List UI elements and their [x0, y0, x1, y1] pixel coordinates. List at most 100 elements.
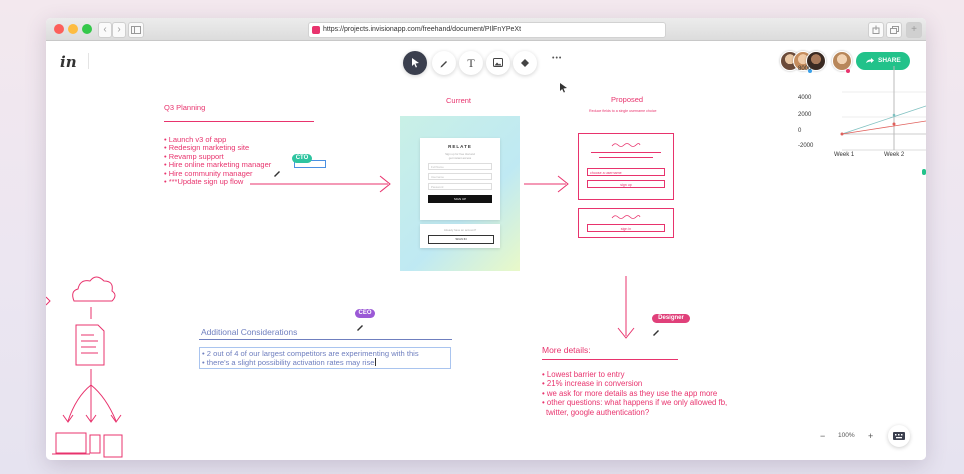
scroll-indicator[interactable]: [922, 169, 926, 175]
username-sketch-field: choose a username: [587, 168, 665, 176]
details-item: twitter, google authentication?: [546, 407, 650, 417]
phone-icon: [89, 434, 101, 454]
site-favicon-icon: [312, 26, 320, 34]
proposed-signin-sketch[interactable]: sign in: [578, 208, 674, 238]
sidebar-icon: [131, 26, 141, 34]
minimize-window-button[interactable]: [68, 24, 78, 34]
invision-logo[interactable]: in: [60, 53, 77, 71]
zoom-level[interactable]: 100%: [838, 428, 855, 444]
forward-button[interactable]: ›: [112, 22, 126, 38]
scribble-logo: [611, 143, 641, 147]
chart-y-tick: 0: [798, 128, 802, 134]
details-item: • other questions: what happens if we on…: [542, 398, 728, 408]
password-field: Password: [428, 183, 492, 190]
keyboard-shortcuts-button[interactable]: [888, 425, 910, 447]
new-tab-button[interactable]: +: [906, 22, 922, 38]
select-tool-button[interactable]: [403, 51, 427, 75]
zoom-in-button[interactable]: +: [868, 428, 873, 444]
share-arrow-icon: [866, 58, 874, 63]
details-item: • 21% increase in conversion: [542, 379, 643, 389]
chart-y-tick: -2000: [798, 143, 814, 149]
document-icon: [75, 324, 105, 366]
username-field: Username: [428, 173, 492, 180]
signin-button-mock: SIGN IN: [428, 235, 494, 244]
url-text: https://projects.invisionapp.com/freehan…: [323, 26, 522, 33]
chart-plot: [840, 66, 926, 151]
details-list[interactable]: • Lowest barrier to entry • 21% increase…: [542, 370, 727, 417]
arrow-to-current: [250, 175, 391, 193]
signin-sketch-button: sign in: [587, 224, 665, 232]
chart-y-tick: 4000: [798, 95, 812, 101]
details-item: • Lowest barrier to entry: [542, 370, 625, 379]
close-window-button[interactable]: [54, 24, 64, 34]
chart-y-tick: 2000: [798, 112, 812, 118]
eraser-icon: [521, 59, 529, 67]
pen-tool-button[interactable]: [432, 51, 456, 75]
share-page-button[interactable]: [868, 22, 884, 38]
tabs-overview-button[interactable]: [886, 22, 902, 38]
chart-x-tick: Week 1: [834, 152, 855, 158]
sketch-line: [599, 157, 653, 158]
signup-sketch-button: sign up: [587, 180, 665, 188]
additional-text-box[interactable]: • 2 out of 4 of our largest competitors …: [199, 347, 451, 369]
pencil-cursor-icon: [357, 325, 363, 331]
text-tool-button[interactable]: T: [459, 51, 483, 75]
image-icon: [493, 58, 503, 67]
image-tool-button[interactable]: [486, 51, 510, 75]
share-page-icon: [872, 25, 880, 34]
cto-cursor-badge: CTO: [292, 154, 312, 163]
q3-title-underline: [164, 121, 314, 122]
logo-divider: [88, 53, 89, 69]
more-options-button[interactable]: •••: [552, 55, 562, 62]
collaborator-cursor-icon: [560, 83, 567, 93]
full-name-field: Full Name: [428, 163, 492, 170]
proposed-label[interactable]: Proposed: [611, 95, 643, 104]
additional-line: • there's a slight possibility activatio…: [202, 358, 375, 368]
details-item: • we ask for more details as they use th…: [542, 388, 718, 398]
additional-title[interactable]: Additional Considerations: [201, 327, 297, 337]
sidebar-toggle-button[interactable]: [128, 22, 144, 38]
pen-icon: [440, 61, 447, 68]
signup-card: RELATE Sign up for free trial and get in…: [420, 138, 500, 220]
chart-y-tick: 8000: [798, 66, 812, 72]
arrow-to-details: [617, 276, 635, 339]
signin-prompt: Already have an account?: [443, 228, 477, 232]
tablet-icon: [103, 434, 123, 458]
details-underline: [542, 359, 678, 360]
pencil-cursor-icon: [653, 330, 659, 336]
maximize-window-button[interactable]: [82, 24, 92, 34]
proposed-signup-sketch[interactable]: choose a username sign up: [578, 133, 674, 200]
scribble-line: [611, 215, 641, 219]
select-icon: [411, 58, 419, 68]
address-bar[interactable]: https://projects.invisionapp.com/freehan…: [308, 22, 666, 38]
whiteboard-canvas[interactable]: in T ••• SHARE 8000 4000 2000 0 -2000 We…: [46, 41, 926, 460]
ceo-cursor-badge: CEO: [355, 309, 375, 318]
zoom-out-button[interactable]: −: [820, 428, 825, 444]
brand-name: RELATE: [448, 144, 472, 149]
eraser-tool-button[interactable]: [513, 51, 537, 75]
signin-card: Already have an account? SIGN IN: [420, 224, 500, 248]
text-caret: [374, 358, 376, 367]
tagline: get instant access: [448, 156, 472, 160]
current-screenshot[interactable]: RELATE Sign up for free trial and get in…: [400, 116, 520, 271]
zoom-control: − 100% +: [816, 428, 886, 444]
additional-underline: [199, 339, 452, 340]
keyboard-icon: [893, 432, 905, 440]
proposed-subtitle[interactable]: Reduce fields to a single username choic…: [589, 109, 657, 113]
workflow-sketch: [46, 276, 123, 458]
designer-cursor-badge: Designer: [652, 314, 690, 323]
browser-window: ‹ › https://projects.invisionapp.com/fre…: [46, 18, 926, 460]
tabs-icon: [889, 26, 899, 34]
chart-x-tick: Week 2: [884, 152, 905, 158]
additional-line: • 2 out of 4 of our largest competitors …: [202, 349, 419, 358]
laptop-icon: [55, 432, 87, 454]
weekly-chart[interactable]: 8000 4000 2000 0 -2000 Week 1 Week 2: [798, 66, 926, 161]
q3-title[interactable]: Q3 Planning: [164, 103, 205, 112]
browser-toolbar: ‹ › https://projects.invisionapp.com/fre…: [46, 18, 926, 41]
back-button[interactable]: ‹: [98, 22, 112, 38]
current-label[interactable]: Current: [446, 96, 471, 105]
sketch-line: [591, 152, 661, 153]
cloud-icon: [72, 276, 116, 302]
details-title[interactable]: More details:: [542, 345, 591, 355]
signup-button-mock: SIGN UP: [428, 195, 492, 203]
